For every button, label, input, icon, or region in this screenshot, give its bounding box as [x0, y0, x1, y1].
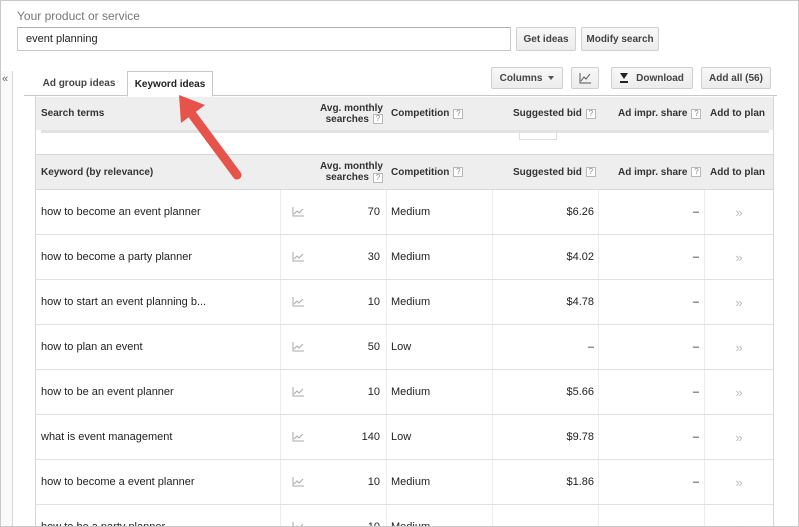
trend-icon[interactable]	[280, 280, 314, 324]
competition-cell: Medium	[386, 505, 492, 526]
ad-impr-share-cell: –	[598, 280, 704, 324]
trend-icon[interactable]	[280, 325, 314, 369]
columns-button[interactable]: Columns	[491, 67, 563, 89]
trend-icon[interactable]	[280, 505, 314, 526]
download-icon	[620, 73, 629, 83]
avg-monthly-cell: 50	[367, 341, 380, 353]
add-to-plan-icon[interactable]: »	[704, 415, 773, 459]
suggested-bid-cell: $6.26	[492, 190, 598, 234]
line-chart-icon	[579, 72, 591, 83]
keyword-planner-window: Your product or service Get ideas Modify…	[0, 0, 799, 527]
sidebar-collapse-strip[interactable]	[1, 71, 13, 526]
add-to-plan-icon[interactable]: »	[704, 325, 773, 369]
avg-monthly-cell: 10	[367, 296, 380, 308]
caret-down-icon	[548, 76, 555, 80]
table-row: what is event management 140 Low $9.78–»	[36, 415, 773, 460]
avg-monthly-cell: 10	[367, 521, 380, 527]
add-to-plan-icon[interactable]: »	[704, 190, 773, 234]
keyword-cell[interactable]: how to become an event planner	[41, 190, 279, 234]
modify-search-button[interactable]: Modify search	[581, 27, 659, 51]
table-row: how to start an event planning b... 10 Med…	[36, 280, 773, 325]
suggested-bid-cell: $1.86	[492, 460, 598, 504]
avg-monthly-cell: 30	[367, 251, 380, 263]
table-row: how to become a event planner 10 Medium $1.…	[36, 460, 773, 505]
get-ideas-button[interactable]: Get ideas	[516, 27, 576, 51]
ad-impr-share-cell	[598, 505, 704, 526]
tab-ad-group-ideas[interactable]: Ad group ideas	[35, 71, 123, 96]
trend-icon[interactable]	[280, 415, 314, 459]
suggested-bid-cell: $5.66	[492, 370, 598, 414]
ad-impr-share-cell: –	[598, 460, 704, 504]
trend-icon[interactable]	[280, 190, 314, 234]
add-all-button[interactable]: Add all (56)	[701, 67, 771, 89]
avg-monthly-cell: 10	[367, 476, 380, 488]
avg-monthly-cell: 70	[367, 206, 380, 218]
competition-cell: Medium	[386, 235, 492, 279]
ad-impr-share-cell: –	[598, 190, 704, 234]
add-to-plan-icon[interactable]: »	[704, 505, 773, 526]
suggested-bid-cell: $9.78	[492, 415, 598, 459]
product-search-input[interactable]	[17, 27, 511, 51]
ad-impr-share-cell: –	[598, 325, 704, 369]
table-row: how to become a party planner 30 Medium $4.…	[36, 235, 773, 280]
search-label: Your product or service	[17, 9, 140, 23]
annotation-arrow-icon	[179, 95, 242, 180]
keyword-cell[interactable]: how to become a event planner	[41, 460, 279, 504]
suggested-bid-cell: $4.02	[492, 235, 598, 279]
table-row: how to be an event planner 10 Medium $5.66–…	[36, 370, 773, 415]
download-label: Download	[636, 72, 684, 84]
ad-impr-share-cell: –	[598, 370, 704, 414]
keyword-cell[interactable]: how to become a party planner	[41, 235, 279, 279]
columns-label: Columns	[499, 72, 543, 84]
keyword-cell[interactable]: how to be a party planner	[41, 505, 279, 526]
add-to-plan-icon[interactable]: »	[704, 280, 773, 324]
avg-monthly-cell: 10	[367, 386, 380, 398]
add-to-plan-icon[interactable]: »	[704, 235, 773, 279]
ad-impr-share-cell: –	[598, 235, 704, 279]
trend-icon[interactable]	[280, 460, 314, 504]
download-button[interactable]: Download	[611, 67, 693, 89]
competition-cell: Low	[386, 325, 492, 369]
keyword-cell[interactable]: how to start an event planning b...	[41, 280, 279, 324]
competition-cell: Medium	[386, 280, 492, 324]
keyword-cell[interactable]: how to plan an event	[41, 325, 279, 369]
keyword-cell[interactable]: what is event management	[41, 415, 279, 459]
suggested-bid-cell	[492, 505, 598, 526]
ad-impr-share-cell: –	[598, 415, 704, 459]
avg-monthly-cell: 140	[361, 431, 380, 443]
trend-icon[interactable]	[280, 370, 314, 414]
collapse-sidebar-icon[interactable]: «	[2, 73, 8, 85]
suggested-bid-cell: $4.78	[492, 280, 598, 324]
suggested-bid-cell: –	[492, 325, 598, 369]
competition-cell: Medium	[386, 460, 492, 504]
add-to-plan-icon[interactable]: »	[704, 460, 773, 504]
keyword-cell[interactable]: how to be an event planner	[41, 370, 279, 414]
table-row: how to plan an event 50 Low – –»	[36, 325, 773, 370]
competition-cell: Medium	[386, 190, 492, 234]
table-row: how to be a party planner 10 Medium »	[36, 505, 773, 527]
add-to-plan-icon[interactable]: »	[704, 370, 773, 414]
competition-cell: Medium	[386, 370, 492, 414]
table-row: how to become an event planner 70 Medium $6…	[36, 190, 773, 235]
trend-icon[interactable]	[280, 235, 314, 279]
competition-cell: Low	[386, 415, 492, 459]
chart-toggle-button[interactable]	[571, 67, 599, 89]
